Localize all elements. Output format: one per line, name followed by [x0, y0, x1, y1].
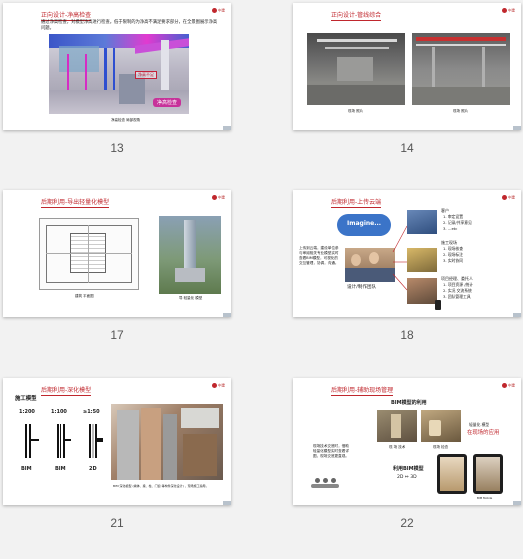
group-client-item-2: 2. 记录/共享意见 [443, 220, 472, 225]
logo-icon [211, 8, 217, 13]
slide-body-text: 通过净高检查，对模型净高进行检查。低于限制的为净高不满足要求部分，在全景图展示净… [41, 20, 218, 31]
slide-title: 后期利用-辅助现场管理 [331, 387, 394, 396]
slide-thumbnail-14[interactable]: 正向设计-管线综合 中建 现场 照片 现场 照片 [293, 3, 521, 130]
group-manager-item-2: 2. 实况 交流系统 [443, 288, 472, 293]
site-inspection-photo [421, 410, 461, 442]
model-label-2: BIM [55, 466, 66, 472]
client-photo [407, 210, 437, 234]
section-subtitle: 施工模型 [15, 396, 37, 402]
detail-model-image [111, 404, 223, 480]
floor-plan-drawing [39, 218, 139, 290]
wall-symbol-1 [23, 424, 39, 458]
group-manager-item-1: 1. 项目资源 /统计 [443, 282, 474, 287]
scale-label-1: 1:200 [19, 409, 35, 415]
slide-thumbnail-17[interactable]: 后期利用-导出轻量化模型 中建 建筑 平面图 导 轻量化 模型 [3, 190, 231, 317]
group-site-item-3: 3. 实时协同 [443, 258, 464, 263]
slide-number-21: 21 [110, 516, 124, 530]
drawing-caption: 建筑 平面图 [75, 294, 94, 298]
overlay-label: 净高不足 [135, 71, 157, 79]
stamp-label: 净高检查 [153, 98, 182, 107]
group-site-title: 施工现场 [441, 240, 457, 245]
company-logo: 中建 [211, 383, 225, 389]
photo-caption-right: 现场 检查 [433, 445, 449, 449]
tablet-device-left [437, 454, 467, 494]
corner-mark [223, 313, 231, 317]
slide-thumbnail-13[interactable]: 正向设计-净高检查 中建 通过净高检查，对模型净高进行检查。低于限制的为净高不满… [3, 3, 231, 130]
slide-title: 后期利用-深化模型 [41, 387, 92, 396]
dimension-label: 2D ⇔ 3D [397, 475, 417, 480]
use-bim-label: 利用BIM模型 [393, 466, 424, 472]
photo-caption-right: 现场 照片 [453, 109, 469, 113]
corner-mark [223, 126, 231, 130]
corner-mark [513, 313, 521, 317]
site-photo-left [307, 33, 405, 105]
group-client-item-1: 1. 审定设置 [443, 214, 464, 219]
tablet-device-right [473, 454, 503, 494]
slide-number-22: 22 [400, 516, 414, 530]
slide-thumbnail-21[interactable]: 后期利用-深化模型 中建 施工模型 1:200 1:100 ≥1:50 BIM … [3, 378, 231, 505]
tower-model-image [159, 216, 221, 294]
site-photo [407, 248, 437, 272]
manager-photo [407, 278, 437, 304]
slide-number-17: 17 [110, 328, 124, 342]
scale-label-2: 1:100 [51, 409, 67, 415]
wall-symbol-3 [87, 424, 103, 458]
group-client-item-3: 3. ...etc [443, 226, 458, 231]
logo-icon [501, 383, 507, 388]
corner-mark [513, 501, 521, 505]
group-manager-title: 项目经理、委托人 [441, 276, 473, 281]
site-photo-right [412, 33, 510, 105]
lightweight-model-label: 轻量化 模型 [469, 422, 490, 427]
slide-title: 正向设计-管线综合 [331, 12, 382, 21]
logo-icon [211, 195, 217, 200]
company-logo: 中建 [211, 8, 225, 14]
slide-number-13: 13 [110, 141, 124, 155]
company-logo: 中建 [211, 195, 225, 201]
detail-caption: BIM 深化模型 (墙体、梁、柱、门窗 等构件深化设计) ，现场施工指导。 [113, 484, 209, 488]
scale-label-3: ≥1:50 [83, 409, 100, 415]
image-caption: 净高检查 局部视角 [111, 118, 141, 122]
slide-number-18: 18 [400, 328, 414, 342]
meeting-illustration [311, 478, 339, 494]
logo-icon [501, 8, 507, 13]
model-label-3: 2D [89, 466, 97, 472]
model-label-1: BIM [21, 466, 32, 472]
group-site-item-2: 2. 现场标注 [443, 252, 464, 257]
group-manager-item-3: 3. 团队管理工具 [443, 294, 471, 299]
corner-mark [513, 126, 521, 130]
device-icon [435, 300, 441, 310]
onsite-application-label: 在现场的应用 [467, 430, 500, 436]
device-label: BIM Mobile [477, 496, 493, 500]
company-logo: 中建 [501, 8, 515, 14]
wall-symbol-2 [55, 424, 71, 458]
company-logo: 中建 [501, 383, 515, 389]
slide-thumbnail-18[interactable]: 后期利用-上传云端 中建 Imagine... 上传到云端，建设单位参与审阅相关… [293, 190, 521, 317]
group-site-item-1: 1. 现场核查 [443, 246, 464, 251]
logo-icon [211, 383, 217, 388]
slide-number-14: 14 [400, 141, 414, 155]
model-caption: 导 轻量化 模型 [179, 296, 203, 300]
tech-briefing-photo [377, 410, 417, 442]
section-heading: BIM模型的利用 [391, 400, 427, 406]
left-description: 现场技术交底时，借助轻量化模型实时查看详图，现场交底更直观。 [313, 444, 349, 458]
corner-mark [223, 501, 231, 505]
group-client-title: 客户 [441, 208, 449, 213]
slide-title: 后期利用-导出轻量化模型 [41, 199, 110, 208]
slide-thumbnail-22[interactable]: 后期利用-辅助现场管理 中建 BIM模型的利用 现场技术交底时，借助轻量化模型实… [293, 378, 521, 505]
photo-caption-left: 现 场 技术 [389, 445, 406, 449]
photo-caption-left: 现场 照片 [348, 109, 364, 113]
